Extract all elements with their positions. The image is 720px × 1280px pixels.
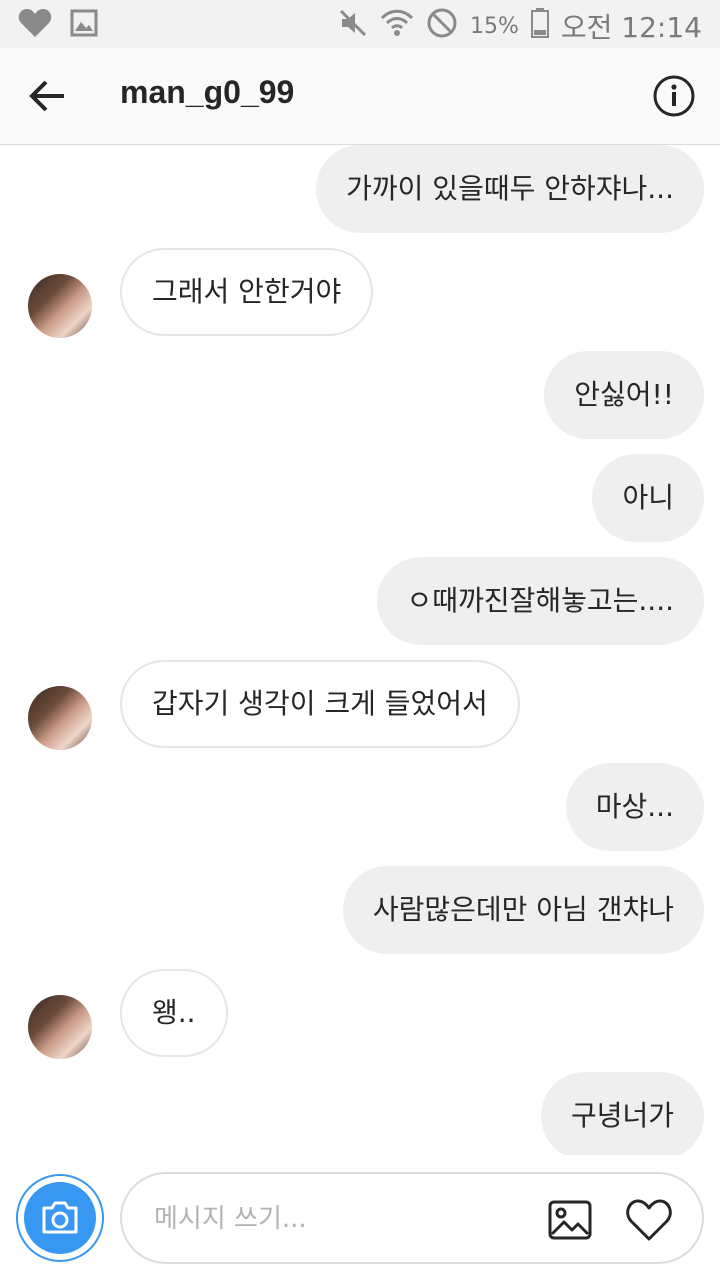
image-icon (70, 9, 98, 41)
message-thread[interactable]: 가까이 있을때두 안하쟈나... 그래서 안한거야 안싫어!! 아니 ㅇ때까진잘… (0, 145, 720, 1155)
message-bubble-sent[interactable]: ㅇ때까진잘해놓고는.... (376, 557, 704, 645)
message-bubble-received[interactable]: 왱.. (120, 969, 228, 1057)
chat-header: man_g0_99 (0, 48, 720, 145)
message-input-container[interactable] (120, 1172, 704, 1264)
status-bar: 15% 오전 12:14 (0, 0, 720, 48)
avatar[interactable] (28, 995, 92, 1059)
camera-icon (42, 1201, 78, 1234)
clock: 오전 12:14 (560, 11, 702, 44)
mute-icon (338, 8, 368, 45)
gallery-button[interactable] (546, 1196, 594, 1244)
message-bubble-sent[interactable]: 아니 (592, 454, 704, 542)
like-button[interactable] (624, 1196, 674, 1244)
message-composer (0, 1160, 720, 1280)
message-bubble-received[interactable]: 그래서 안한거야 (120, 248, 374, 336)
do-not-disturb-icon (426, 7, 458, 46)
arrow-left-icon (29, 80, 64, 112)
message-bubble-sent[interactable]: 안싫어!! (544, 351, 704, 439)
heart-icon (18, 8, 52, 42)
battery-percent: 15% (469, 13, 519, 39)
heart-icon (626, 1199, 672, 1241)
wifi-icon (380, 8, 414, 45)
battery-icon (530, 7, 549, 45)
message-bubble-sent[interactable]: 사람많은데만 아님 갠챠나 (342, 866, 704, 954)
message-input[interactable] (152, 1196, 516, 1242)
chat-username[interactable]: man_g0_99 (120, 74, 294, 111)
message-bubble-received[interactable]: 갑자기 생각이 크게 들었어서 (120, 660, 520, 748)
back-button[interactable] (24, 72, 72, 120)
avatar[interactable] (28, 274, 92, 338)
message-bubble-sent[interactable]: 가까이 있을때두 안하쟈나... (316, 145, 704, 233)
message-bubble-sent[interactable]: 마상... (565, 763, 704, 851)
info-button[interactable] (652, 74, 696, 118)
gallery-icon (548, 1200, 592, 1240)
camera-button[interactable] (16, 1174, 104, 1262)
message-bubble-sent[interactable]: 구녕너가 (540, 1072, 704, 1155)
avatar[interactable] (28, 686, 92, 750)
info-icon (653, 75, 695, 117)
